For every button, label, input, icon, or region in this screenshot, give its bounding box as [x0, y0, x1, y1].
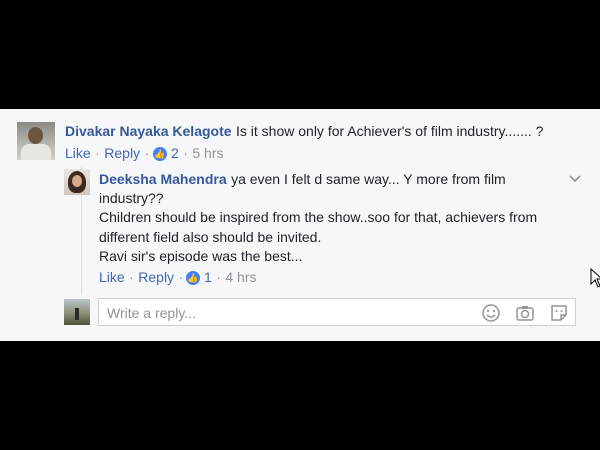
avatar-face	[72, 175, 82, 187]
reply-meta: 1 · 4 hrs	[204, 269, 257, 287]
reply-like-link[interactable]: Like	[99, 269, 125, 285]
separator: ·	[129, 269, 134, 285]
avatar-head	[28, 127, 43, 144]
comment-meta: 2 · 5 hrs	[171, 145, 224, 163]
reply-author-avatar[interactable]	[64, 169, 90, 195]
emoji-icon[interactable]	[481, 303, 501, 323]
reply-timestamp[interactable]: 4 hrs	[225, 269, 256, 285]
commenter-avatar[interactable]	[17, 122, 55, 160]
reply-first-line: Deeksha Mahendra ya even I felt d same w…	[99, 171, 506, 189]
reply-text-line5: Ravi sir's episode was the best...	[99, 248, 303, 264]
reply-reply-link[interactable]: Reply	[138, 269, 174, 285]
chevron-down-icon[interactable]	[568, 172, 582, 186]
comment-body: Divakar Nayaka Kelagote Is it show only …	[65, 123, 543, 141]
comment-text: Is it show only for Achiever's of film i…	[236, 123, 544, 139]
current-user-avatar	[64, 299, 90, 325]
comment-like-count[interactable]: 2	[171, 145, 179, 161]
reply-composer[interactable]	[98, 298, 576, 326]
reply-actions: Like · Reply ·	[99, 269, 183, 287]
reply-text-line2: industry??	[99, 190, 164, 206]
separator: ·	[178, 269, 184, 285]
avatar-body	[21, 144, 51, 160]
reply-like-count[interactable]: 1	[204, 269, 212, 285]
comment-like-link[interactable]: Like	[65, 145, 91, 161]
separator: ·	[183, 145, 188, 161]
thumbs-up-icon: 👍	[186, 271, 200, 285]
mouse-cursor-icon	[590, 268, 600, 288]
separator: ·	[144, 145, 150, 161]
camera-icon[interactable]	[515, 303, 535, 323]
reply-text-line4: different field also should be invited.	[99, 229, 322, 245]
reply-text-line1: ya even I felt d same way... Y more from…	[231, 171, 506, 187]
separator: ·	[216, 269, 221, 285]
comment-author-link[interactable]: Divakar Nayaka Kelagote	[65, 123, 232, 139]
avatar-figure	[75, 308, 79, 320]
comment-timestamp[interactable]: 5 hrs	[192, 145, 223, 161]
comment-actions: Like · Reply ·	[65, 145, 149, 163]
reply-input[interactable]	[105, 303, 469, 323]
separator: ·	[95, 145, 100, 161]
thumbs-up-icon: 👍	[153, 147, 167, 161]
sticker-icon[interactable]	[549, 303, 569, 323]
reply-author-link[interactable]: Deeksha Mahendra	[99, 171, 227, 187]
comment-reply-link[interactable]: Reply	[104, 145, 140, 161]
reply-text-line3: Children should be inspired from the sho…	[99, 209, 538, 225]
